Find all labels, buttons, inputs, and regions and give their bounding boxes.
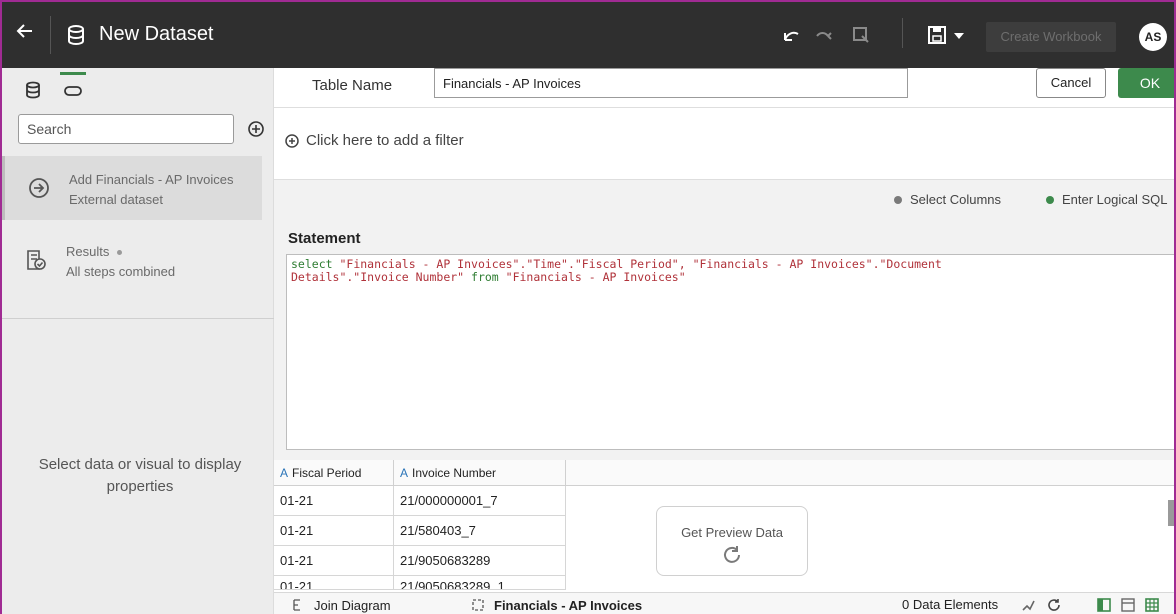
table-tab-label: Financials - AP Invoices xyxy=(494,597,643,613)
app-window: New Dataset Create Workbook AS Search Ad… xyxy=(0,0,1176,614)
user-avatar[interactable]: AS xyxy=(1139,23,1167,51)
attribute-type-icon: A xyxy=(280,466,289,480)
bottom-bar: Join Diagram Financials - AP Invoices 0 … xyxy=(274,592,1174,614)
column-header-label: Invoice Number xyxy=(412,466,497,480)
refresh-icon xyxy=(724,546,740,563)
preview-header: A Fiscal Period A Invoice Number xyxy=(274,460,1174,486)
create-workbook-button[interactable]: Create Workbook xyxy=(986,22,1116,52)
sql-statement-textarea[interactable]: select "Financials - AP Invoices"."Time"… xyxy=(286,254,1174,450)
join-diagram-tab[interactable]: Join Diagram xyxy=(290,597,391,613)
vertical-scrollbar[interactable] xyxy=(1168,500,1174,526)
get-preview-data-button[interactable]: Get Preview Data xyxy=(656,506,808,576)
search-input[interactable]: Search xyxy=(18,114,234,144)
statement-label: Statement xyxy=(288,230,361,247)
radio-dot-icon xyxy=(894,195,902,204)
inspect-icon[interactable] xyxy=(850,24,872,46)
panel-divider xyxy=(2,318,274,319)
step-subtitle: All steps combined xyxy=(66,264,176,279)
table-cell: 21/580403_7 xyxy=(394,516,566,546)
table-cell: 21/000000001_7 xyxy=(394,486,566,516)
radio-dot-icon xyxy=(1046,195,1054,204)
sql-keyword: select xyxy=(291,257,333,271)
step-title: Add Financials - AP Invoices xyxy=(69,172,234,187)
get-preview-label: Get Preview Data xyxy=(681,525,783,540)
table-name-row: Table Name Financials - AP Invoices Canc… xyxy=(274,68,1174,108)
sql-text: "Financials - AP Invoices" xyxy=(498,270,686,284)
left-panel: Search Add Financials - AP Invoices Exte… xyxy=(2,68,274,614)
step-title: Results xyxy=(66,244,122,259)
table-cell: 01-21 xyxy=(274,516,394,546)
table-name-label: Table Name xyxy=(312,77,393,94)
cancel-button[interactable]: Cancel xyxy=(1036,68,1106,98)
column-header[interactable]: A Invoice Number xyxy=(394,460,566,486)
redo-icon[interactable] xyxy=(814,24,836,46)
table-cell: 21/9050683289 xyxy=(394,546,566,576)
topbar-divider xyxy=(50,16,51,54)
add-plus-circle-icon[interactable] xyxy=(246,119,266,139)
chevron-down-icon[interactable] xyxy=(952,24,966,46)
layout-top-panel-icon[interactable] xyxy=(1120,597,1136,613)
step-results[interactable]: Results All steps combined xyxy=(2,234,262,294)
table-cell: 01-21 xyxy=(274,546,394,576)
mode-label: Select Columns xyxy=(910,192,1002,207)
step-subtitle: External dataset xyxy=(69,192,163,207)
properties-tab-icon[interactable] xyxy=(62,79,84,101)
data-preview: A Fiscal Period A Invoice Number 01-21 21/… xyxy=(274,460,1174,612)
page-title: New Dataset xyxy=(99,23,214,45)
arrow-circle-right-icon xyxy=(27,176,51,200)
layout-left-panel-icon[interactable] xyxy=(1096,597,1112,613)
properties-hint: Select data or visual to display propert… xyxy=(38,456,242,495)
save-icon[interactable] xyxy=(926,24,948,46)
results-check-icon xyxy=(24,248,48,272)
refresh-icon[interactable] xyxy=(1046,597,1062,613)
mode-select-columns[interactable]: Select Columns xyxy=(894,192,1001,207)
mode-enter-logical-sql[interactable]: Enter Logical SQL xyxy=(1046,192,1168,207)
active-tab-indicator xyxy=(60,72,86,75)
table-cell: 21/9050683289_1 xyxy=(394,576,566,590)
table-cell: 01-21 xyxy=(274,486,394,516)
column-header[interactable]: A Fiscal Period xyxy=(274,460,394,486)
undo-icon[interactable] xyxy=(780,24,802,46)
table-cell: 01-21 xyxy=(274,576,394,590)
table-tab[interactable]: Financials - AP Invoices xyxy=(470,597,642,613)
add-filter-link[interactable]: Click here to add a filter xyxy=(284,132,464,149)
sql-text: "Financials - AP Invoices"."Time"."Fisca… xyxy=(332,257,942,271)
data-elements-label: 0 Data Elements xyxy=(902,597,999,612)
ok-button[interactable]: OK xyxy=(1118,68,1174,98)
auto-apply-icon[interactable] xyxy=(1020,597,1036,613)
filter-label: Click here to add a filter xyxy=(306,132,464,149)
data-tab-database-icon[interactable] xyxy=(22,79,44,101)
mode-label: Enter Logical SQL xyxy=(1062,192,1168,207)
topbar-divider xyxy=(902,18,903,48)
sql-keyword: from xyxy=(471,270,499,284)
status-dot xyxy=(116,250,122,256)
join-diagram-icon xyxy=(293,599,300,611)
column-header-label: Fiscal Period xyxy=(292,466,362,480)
step-add-dataset[interactable]: Add Financials - AP Invoices External da… xyxy=(2,156,262,220)
results-label: Results xyxy=(66,244,110,259)
dataset-database-icon xyxy=(64,23,88,47)
main-editor: Table Name Financials - AP Invoices Canc… xyxy=(274,68,1174,614)
attribute-type-icon: A xyxy=(400,466,409,480)
table-name-input[interactable]: Financials - AP Invoices xyxy=(434,68,908,98)
join-diagram-label: Join Diagram xyxy=(314,597,391,613)
data-elements-count: 0 Data Elements xyxy=(902,597,998,612)
top-bar: New Dataset Create Workbook AS xyxy=(2,2,1174,68)
sql-editor-area: Select Columns Enter Logical SQL Stateme… xyxy=(274,180,1174,460)
table-focus-icon xyxy=(472,599,484,611)
add-plus-circle-icon xyxy=(285,133,299,148)
sql-text: Details"."Invoice Number" xyxy=(291,270,472,284)
back-arrow-icon[interactable] xyxy=(10,20,40,50)
layout-grid-icon[interactable] xyxy=(1144,597,1160,613)
